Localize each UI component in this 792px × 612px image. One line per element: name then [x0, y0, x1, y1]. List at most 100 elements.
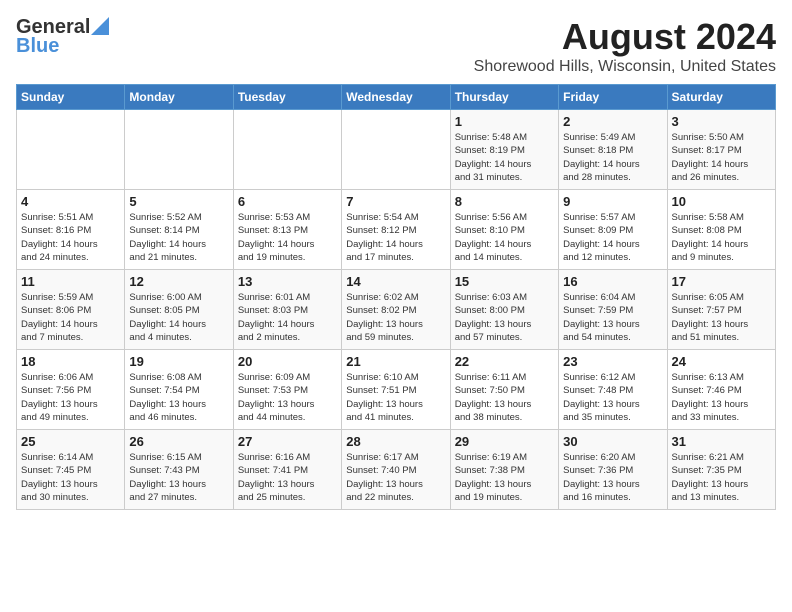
calendar-cell: 7 Sunrise: 5:54 AM Sunset: 8:12 PM Daylig… [342, 190, 450, 270]
calendar-cell: 19Sunrise: 6:08 AM Sunset: 7:54 PM Dayli… [125, 350, 233, 430]
calendar-cell: 23Sunrise: 6:12 AM Sunset: 7:48 PM Dayli… [559, 350, 667, 430]
day-number: 4 [21, 194, 120, 209]
day-header-thursday: Thursday [450, 85, 558, 110]
calendar-cell: 21 Sunrise: 6:10 AM Sunset: 7:51 PM Dayli… [342, 350, 450, 430]
calendar-cell: 31Sunrise: 6:21 AM Sunset: 7:35 PM Dayli… [667, 430, 775, 510]
day-number: 18 [21, 354, 120, 369]
day-info: Sunrise: 6:11 AM Sunset: 7:50 PM Dayligh… [455, 371, 554, 424]
day-info: Sunrise: 5:49 AM Sunset: 8:18 PM Dayligh… [563, 131, 662, 184]
calendar-cell: 20 Sunrise: 6:09 AM Sunset: 7:53 PM Dayli… [233, 350, 341, 430]
day-number: 29 [455, 434, 554, 449]
calendar-cell: 8 Sunrise: 5:56 AM Sunset: 8:10 PM Daylig… [450, 190, 558, 270]
day-number: 7 [346, 194, 445, 209]
location-subtitle: Shorewood Hills, Wisconsin, United State… [474, 58, 776, 76]
day-info: Sunrise: 6:10 AM Sunset: 7:51 PM Dayligh… [346, 371, 445, 424]
day-number: 12 [129, 274, 228, 289]
month-year-title: August 2024 [474, 16, 776, 58]
day-number: 26 [129, 434, 228, 449]
calendar-cell: 4 Sunrise: 5:51 AM Sunset: 8:16 PM Daylig… [17, 190, 125, 270]
day-header-saturday: Saturday [667, 85, 775, 110]
day-number: 11 [21, 274, 120, 289]
day-info: Sunrise: 5:52 AM Sunset: 8:14 PM Dayligh… [129, 211, 228, 264]
day-number: 6 [238, 194, 337, 209]
day-number: 20 [238, 354, 337, 369]
calendar-cell: 1 Sunrise: 5:48 AM Sunset: 8:19 PM Daylig… [450, 110, 558, 190]
day-header-tuesday: Tuesday [233, 85, 341, 110]
calendar-cell: 18 Sunrise: 6:06 AM Sunset: 7:56 PM Dayli… [17, 350, 125, 430]
day-info: Sunrise: 6:20 AM Sunset: 7:36 PM Dayligh… [563, 451, 662, 504]
day-number: 25 [21, 434, 120, 449]
day-number: 27 [238, 434, 337, 449]
calendar-cell: 22Sunrise: 6:11 AM Sunset: 7:50 PM Dayli… [450, 350, 558, 430]
calendar-cell: 5Sunrise: 5:52 AM Sunset: 8:14 PM Daylig… [125, 190, 233, 270]
calendar-cell: 9 Sunrise: 5:57 AM Sunset: 8:09 PM Daylig… [559, 190, 667, 270]
day-header-wednesday: Wednesday [342, 85, 450, 110]
calendar-cell: 29 Sunrise: 6:19 AM Sunset: 7:38 PM Dayli… [450, 430, 558, 510]
day-info: Sunrise: 5:58 AM Sunset: 8:08 PM Dayligh… [672, 211, 771, 264]
day-number: 19 [129, 354, 228, 369]
calendar-table: SundayMondayTuesdayWednesdayThursdayFrid… [16, 84, 776, 510]
page-header: General Blue August 2024 Shorewood Hills… [16, 16, 776, 76]
day-info: Sunrise: 6:02 AM Sunset: 8:02 PM Dayligh… [346, 291, 445, 344]
calendar-cell: 17Sunrise: 6:05 AM Sunset: 7:57 PM Dayli… [667, 270, 775, 350]
day-header-monday: Monday [125, 85, 233, 110]
calendar-cell: 28Sunrise: 6:17 AM Sunset: 7:40 PM Dayli… [342, 430, 450, 510]
day-number: 31 [672, 434, 771, 449]
day-info: Sunrise: 6:09 AM Sunset: 7:53 PM Dayligh… [238, 371, 337, 424]
calendar-week-row: 1 Sunrise: 5:48 AM Sunset: 8:19 PM Daylig… [17, 110, 776, 190]
day-number: 1 [455, 114, 554, 129]
calendar-cell: 11 Sunrise: 5:59 AM Sunset: 8:06 PM Dayli… [17, 270, 125, 350]
calendar-cell: 10 Sunrise: 5:58 AM Sunset: 8:08 PM Dayli… [667, 190, 775, 270]
day-number: 10 [672, 194, 771, 209]
calendar-cell: 6 Sunrise: 5:53 AM Sunset: 8:13 PM Daylig… [233, 190, 341, 270]
calendar-cell: 26 Sunrise: 6:15 AM Sunset: 7:43 PM Dayli… [125, 430, 233, 510]
calendar-header-row: SundayMondayTuesdayWednesdayThursdayFrid… [17, 85, 776, 110]
calendar-cell: 25Sunrise: 6:14 AM Sunset: 7:45 PM Dayli… [17, 430, 125, 510]
day-number: 14 [346, 274, 445, 289]
day-info: Sunrise: 6:15 AM Sunset: 7:43 PM Dayligh… [129, 451, 228, 504]
calendar-cell: 15 Sunrise: 6:03 AM Sunset: 8:00 PM Dayli… [450, 270, 558, 350]
day-number: 15 [455, 274, 554, 289]
day-info: Sunrise: 6:19 AM Sunset: 7:38 PM Dayligh… [455, 451, 554, 504]
day-number: 8 [455, 194, 554, 209]
calendar-week-row: 11 Sunrise: 5:59 AM Sunset: 8:06 PM Dayli… [17, 270, 776, 350]
day-info: Sunrise: 5:48 AM Sunset: 8:19 PM Dayligh… [455, 131, 554, 184]
day-info: Sunrise: 6:04 AM Sunset: 7:59 PM Dayligh… [563, 291, 662, 344]
calendar-cell: 13Sunrise: 6:01 AM Sunset: 8:03 PM Dayli… [233, 270, 341, 350]
day-number: 2 [563, 114, 662, 129]
calendar-cell: 16 Sunrise: 6:04 AM Sunset: 7:59 PM Dayli… [559, 270, 667, 350]
day-number: 9 [563, 194, 662, 209]
day-number: 21 [346, 354, 445, 369]
logo-triangle-icon [91, 17, 109, 35]
day-info: Sunrise: 6:06 AM Sunset: 7:56 PM Dayligh… [21, 371, 120, 424]
day-number: 28 [346, 434, 445, 449]
day-info: Sunrise: 5:51 AM Sunset: 8:16 PM Dayligh… [21, 211, 120, 264]
day-header-friday: Friday [559, 85, 667, 110]
day-number: 24 [672, 354, 771, 369]
calendar-cell: 14 Sunrise: 6:02 AM Sunset: 8:02 PM Dayli… [342, 270, 450, 350]
calendar-cell: 12Sunrise: 6:00 AM Sunset: 8:05 PM Dayli… [125, 270, 233, 350]
day-info: Sunrise: 5:59 AM Sunset: 8:06 PM Dayligh… [21, 291, 120, 344]
day-info: Sunrise: 5:50 AM Sunset: 8:17 PM Dayligh… [672, 131, 771, 184]
day-info: Sunrise: 5:54 AM Sunset: 8:12 PM Dayligh… [346, 211, 445, 264]
logo: General Blue [16, 16, 109, 58]
day-info: Sunrise: 6:03 AM Sunset: 8:00 PM Dayligh… [455, 291, 554, 344]
calendar-cell: 2 Sunrise: 5:49 AM Sunset: 8:18 PM Daylig… [559, 110, 667, 190]
day-info: Sunrise: 5:53 AM Sunset: 8:13 PM Dayligh… [238, 211, 337, 264]
calendar-cell [125, 110, 233, 190]
day-number: 30 [563, 434, 662, 449]
calendar-cell [342, 110, 450, 190]
day-header-sunday: Sunday [17, 85, 125, 110]
day-info: Sunrise: 6:01 AM Sunset: 8:03 PM Dayligh… [238, 291, 337, 344]
day-info: Sunrise: 5:56 AM Sunset: 8:10 PM Dayligh… [455, 211, 554, 264]
calendar-cell: 30 Sunrise: 6:20 AM Sunset: 7:36 PM Dayli… [559, 430, 667, 510]
calendar-cell: 24 Sunrise: 6:13 AM Sunset: 7:46 PM Dayli… [667, 350, 775, 430]
calendar-week-row: 18 Sunrise: 6:06 AM Sunset: 7:56 PM Dayli… [17, 350, 776, 430]
day-info: Sunrise: 6:13 AM Sunset: 7:46 PM Dayligh… [672, 371, 771, 424]
day-info: Sunrise: 5:57 AM Sunset: 8:09 PM Dayligh… [563, 211, 662, 264]
day-number: 16 [563, 274, 662, 289]
calendar-cell [233, 110, 341, 190]
calendar-cell: 27Sunrise: 6:16 AM Sunset: 7:41 PM Dayli… [233, 430, 341, 510]
calendar-cell: 3Sunrise: 5:50 AM Sunset: 8:17 PM Daylig… [667, 110, 775, 190]
day-info: Sunrise: 6:05 AM Sunset: 7:57 PM Dayligh… [672, 291, 771, 344]
